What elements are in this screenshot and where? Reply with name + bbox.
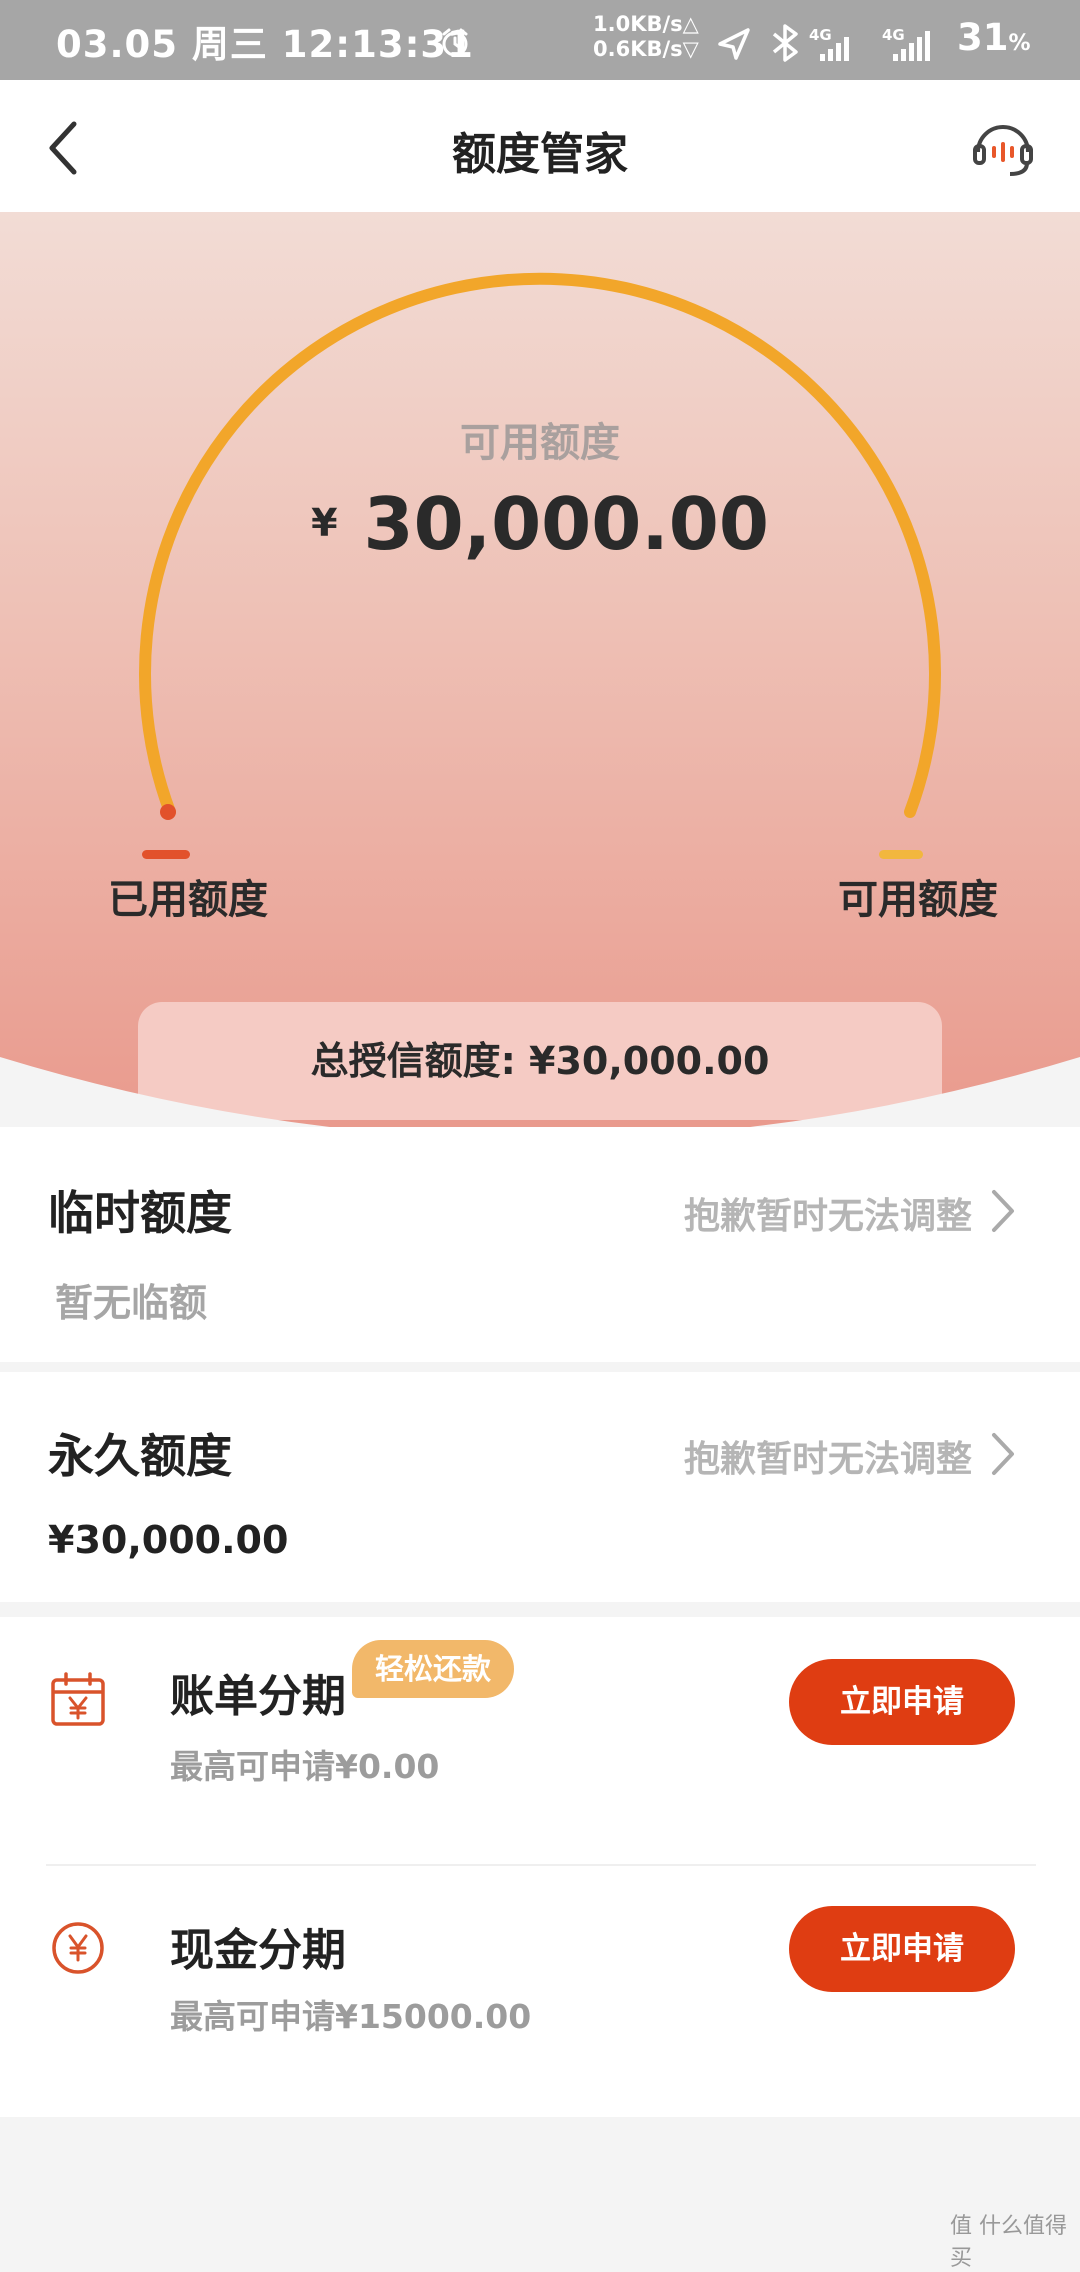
installment-badge: 轻松还款 [352,1640,514,1698]
watermark: 值 什么值得买 [950,2214,1067,2271]
network-speed: 1.0KB/s△ 0.6KB/s▽ [593,12,699,62]
apply-button-cash-installment[interactable]: 立即申请 [789,1906,1015,1992]
permanent-limit-value: ¥30,000.00 [48,1518,289,1562]
battery-value: 31 [957,16,1009,59]
installment-subtitle-cash: 最高可申请¥15000.00 [170,1997,532,2036]
hero-bottom-curve [0,1057,1080,1127]
page-title: 额度管家 [452,129,628,180]
network-label-1: 4G [809,26,832,44]
temp-limit-card[interactable]: 临时额度 抱歉暂时无法调整 暂无临额 [0,1127,1080,1362]
alarm-icon [442,28,468,57]
battery-level: 31% [957,16,1031,59]
permanent-limit-card[interactable]: 永久额度 抱歉暂时无法调整 ¥30,000.00 [0,1372,1080,1602]
yen-circle-icon [52,1922,104,1974]
chevron-right-icon[interactable] [990,1431,1016,1477]
total-credit: 总授信额度: ¥30,000.00 [310,1039,770,1083]
permanent-limit-title: 永久额度 [48,1429,232,1483]
battery-unit: % [1008,31,1031,56]
permanent-limit-status[interactable]: 抱歉暂时无法调整 [684,1430,972,1482]
installment-title-cash: 现金分期 [170,1925,346,1976]
header: 额度管家 [0,80,1080,212]
installment-subtitle-bill: 最高可申请¥0.00 [170,1747,440,1786]
temp-limit-title: 临时额度 [48,1186,232,1240]
status-bar: 03.05 周三 12:13:31 1.0KB/s△ 0.6KB/s▽ 4G 4… [0,0,1080,80]
location-icon [718,28,750,60]
bluetooth-icon [772,24,798,62]
credit-hero: 可用额度 ¥30,000.00 已用额度 可用额度 总授信额度: ¥30,000… [0,212,1080,1127]
headset-icon[interactable] [970,116,1036,182]
calendar-yen-icon [51,1672,105,1726]
installment-title-bill: 账单分期 [170,1671,346,1722]
upload-speed: 1.0KB/s△ [593,12,699,36]
temp-limit-value: 暂无临额 [55,1281,208,1325]
chevron-right-icon[interactable] [990,1188,1016,1234]
status-time: 03.05 周三 12:13:31 [56,23,474,66]
divider [46,1864,1036,1866]
download-speed: 0.6KB/s▽ [593,37,699,61]
network-label-2: 4G [882,26,905,44]
temp-limit-status[interactable]: 抱歉暂时无法调整 [684,1187,972,1239]
apply-button-bill-installment[interactable]: 立即申请 [789,1659,1015,1745]
